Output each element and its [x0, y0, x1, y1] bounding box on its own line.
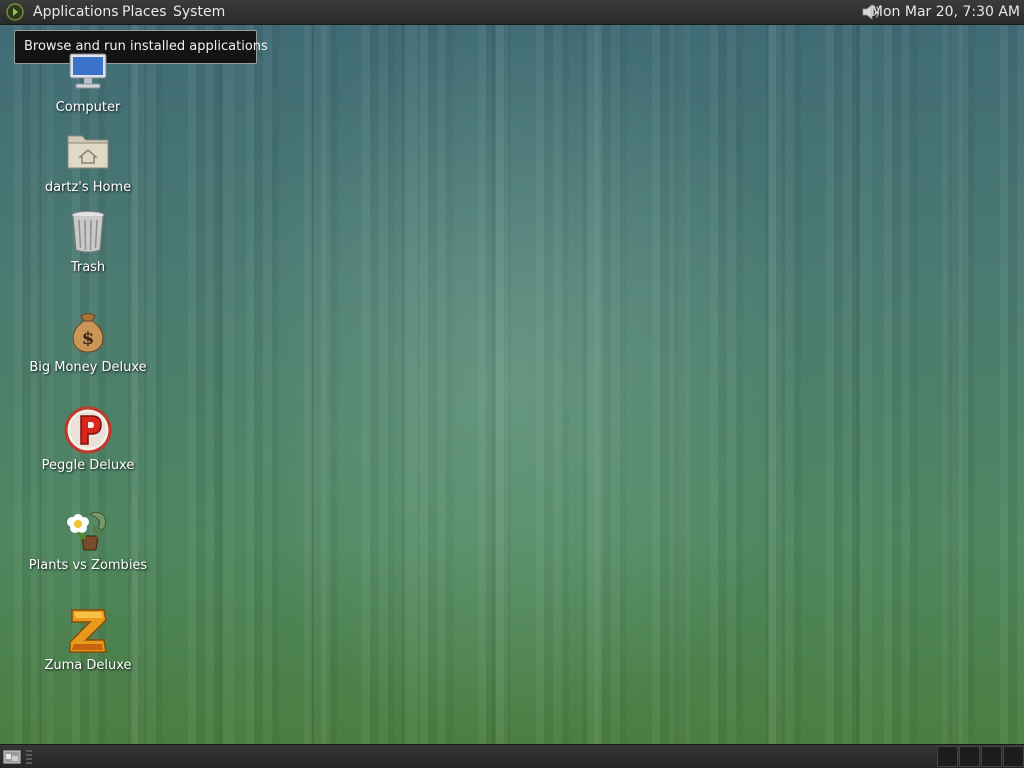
desktop-icon-label: Computer — [55, 100, 121, 115]
clock[interactable]: Mon Mar 20, 7:30 AM — [871, 0, 1020, 25]
svg-text:$: $ — [82, 328, 95, 349]
workspace-4[interactable] — [1003, 746, 1024, 767]
desktop-icon-home[interactable]: dartz's Home — [18, 128, 158, 198]
plants-zombies-icon — [67, 511, 107, 551]
peggle-icon — [64, 406, 112, 454]
desktop-icon-plants-vs-zombies[interactable]: Plants vs Zombies — [18, 506, 158, 576]
panel-grip[interactable] — [26, 750, 32, 764]
zuma-icon — [69, 609, 107, 653]
desktop-screen: Applications Places System Mon Mar 20, 7… — [0, 0, 1024, 768]
computer-icon — [69, 53, 107, 89]
desktop-icon-label: Trash — [70, 260, 106, 275]
gnome-foot-icon[interactable] — [6, 3, 24, 21]
desktop-icon-label: dartz's Home — [44, 180, 132, 195]
desktop-icon-zuma[interactable]: Zuma Deluxe — [18, 606, 158, 676]
bottom-panel — [0, 744, 1024, 768]
workspace-1[interactable] — [937, 746, 958, 767]
desktop-icon-computer[interactable]: Computer — [18, 48, 158, 118]
desktop-icon-label: Big Money Deluxe — [29, 360, 147, 375]
trash-icon — [71, 211, 105, 253]
workspace-2[interactable] — [959, 746, 980, 767]
desktop-icon-label: Zuma Deluxe — [44, 658, 132, 673]
top-panel: Applications Places System Mon Mar 20, 7… — [0, 0, 1024, 25]
desktop-icon-label: Peggle Deluxe — [41, 458, 135, 473]
desktop-icon-peggle[interactable]: Peggle Deluxe — [18, 406, 158, 476]
desktop-icon-label: Plants vs Zombies — [28, 558, 148, 573]
menu-system[interactable]: System — [169, 0, 229, 25]
menu-applications[interactable]: Applications — [29, 0, 123, 25]
menu-places[interactable]: Places — [118, 0, 171, 25]
desktop-icon-big-money[interactable]: $ Big Money Deluxe — [18, 308, 158, 378]
desktop-icon-trash[interactable]: Trash — [18, 208, 158, 278]
workspace-3[interactable] — [981, 746, 1002, 767]
home-folder-icon — [67, 135, 109, 169]
money-bag-icon: $ — [72, 313, 104, 353]
show-desktop-icon[interactable] — [3, 749, 21, 765]
